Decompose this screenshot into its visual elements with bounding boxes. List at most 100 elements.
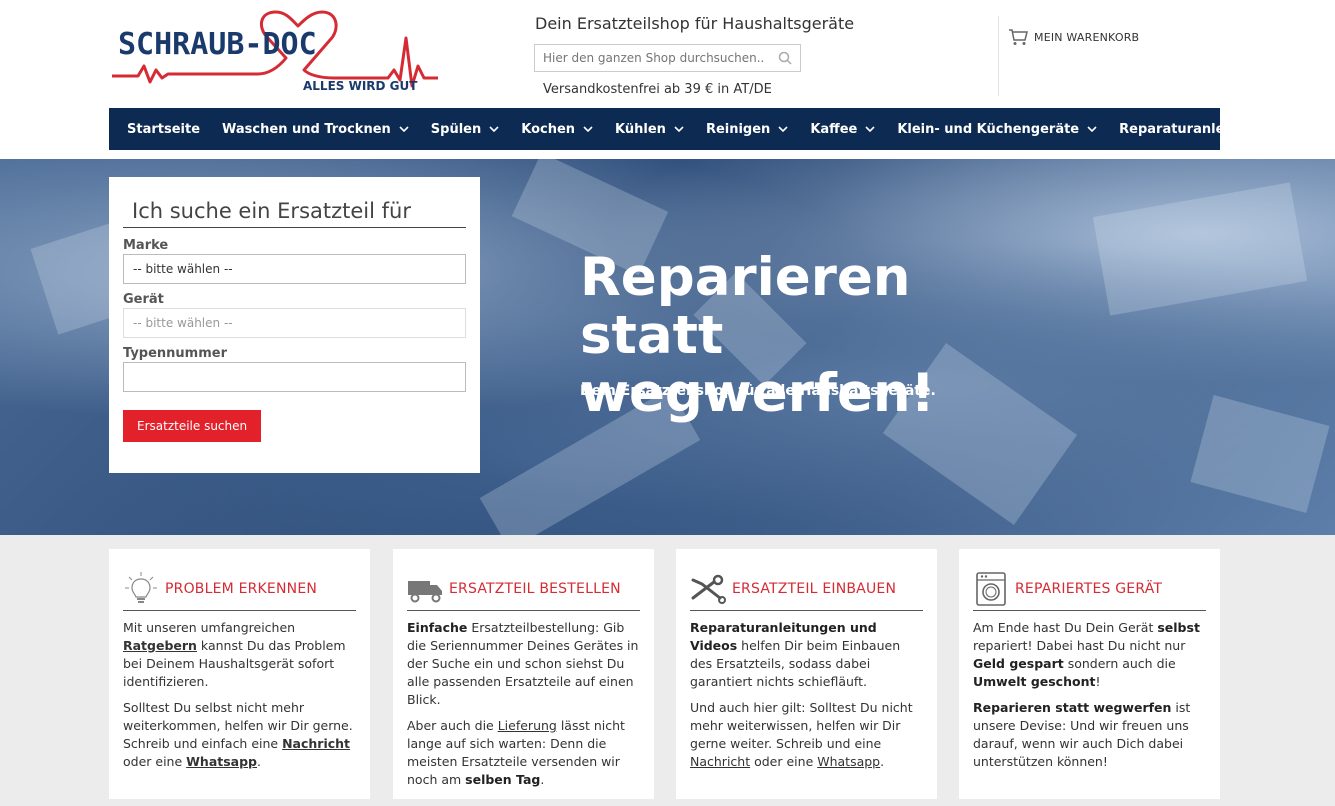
hero-background-shard (1092, 182, 1308, 316)
chevron-down-icon (583, 126, 593, 133)
nav-item-label: Startseite (127, 121, 201, 137)
device-select[interactable]: -- bitte wählen -- (123, 308, 466, 338)
card-header: ERSATZTEIL BESTELLEN (407, 571, 640, 611)
nav-item-waschen-und-trocknen[interactable]: Waschen und Trocknen (222, 122, 409, 137)
header-tagline: Dein Ersatzteilshop für Haushaltsgeräte (535, 14, 855, 33)
shopping-cart-icon (1009, 29, 1028, 45)
nav-item-klein-und-kuechengeraete[interactable]: Klein- und Küchengeräte (897, 122, 1097, 137)
main-navigation: Startseite Waschen und Trocknen Spülen K… (109, 108, 1281, 150)
card-text: oder eine (750, 754, 818, 769)
card-text-bold: Umwelt geschont (973, 674, 1096, 689)
card-title: PROBLEM ERKENNEN (165, 580, 318, 597)
nav-item-label: Spülen (430, 121, 482, 137)
card-title: ERSATZTEIL BESTELLEN (449, 580, 621, 597)
chevron-down-icon (674, 126, 684, 133)
nav-item-label: Reinigen (705, 121, 771, 137)
chevron-down-icon (865, 126, 875, 133)
type-number-label: Typennummer (123, 346, 228, 361)
card-text-bold: Geld gespart (973, 656, 1064, 671)
card-paragraph: Solltest Du selbst nicht mehr weiterkomm… (123, 699, 356, 771)
card-text: . (880, 754, 885, 769)
features-section: PROBLEM ERKENNEN Mit unseren umfangreich… (0, 535, 1335, 806)
nav-item-label: Kühlen (615, 121, 666, 137)
finder-title: Ich suche ein Ersatzteil für (123, 199, 466, 228)
feature-card-order: ERSATZTEIL BESTELLEN Einfache Ersatzteil… (393, 549, 654, 799)
card-header: ERSATZTEIL EINBAUEN (690, 571, 923, 611)
logo-slogan-text: ALLES WIRD GUT (303, 79, 418, 93)
nav-item-label: Waschen und Trocknen (222, 121, 391, 137)
nav-item-label: Reparaturanleitungen (1119, 121, 1281, 137)
card-title: ERSATZTEIL EINBAUEN (732, 580, 897, 597)
tools-icon (691, 574, 726, 604)
card-text: oder eine (123, 754, 187, 769)
feature-card-problem: PROBLEM ERKENNEN Mit unseren umfangreich… (109, 549, 370, 799)
feature-card-install: ERSATZTEIL EINBAUEN Reparaturanleitungen… (676, 549, 937, 799)
schraub-doc-logo[interactable]: SCHRAUB-DOC ALLES WIRD GUT (108, 8, 444, 100)
hero-background-shard (1190, 395, 1330, 513)
brand-select[interactable]: -- bitte wählen -- (123, 254, 466, 284)
device-label: Gerät (123, 292, 164, 307)
nav-item-kuehlen[interactable]: Kühlen (615, 122, 684, 137)
card-paragraph: Einfache Ersatzteilbestellung: Gib die S… (407, 619, 640, 709)
search-input[interactable] (535, 45, 765, 71)
hero-subtitle: Dein Ersatzteilshop für alle Haushaltsge… (580, 383, 936, 399)
card-text: Mit unseren umfangreichen (123, 620, 296, 635)
card-paragraph: Reparieren statt wegwerfen ist unsere De… (973, 699, 1206, 771)
site-header: SCHRAUB-DOC ALLES WIRD GUT Dein Ersatzte… (0, 0, 1335, 108)
header-divider (998, 16, 999, 96)
search-parts-button[interactable]: Ersatzteile suchen (123, 410, 262, 442)
card-text: ! (1095, 674, 1101, 689)
card-text-bold: selben Tag (465, 772, 541, 787)
card-title: REPARIERTES GERÄT (1015, 580, 1163, 597)
card-text: . (257, 754, 261, 769)
truck-icon (408, 580, 442, 602)
delivery-link[interactable]: Lieferung (498, 718, 557, 733)
nav-item-label: Klein- und Küchengeräte (897, 121, 1080, 137)
chevron-down-icon (778, 126, 788, 133)
lightbulb-icon (125, 571, 157, 603)
message-link[interactable]: Nachricht (690, 754, 750, 769)
card-paragraph: Am Ende hast Du Dein Gerät selbst repari… (973, 619, 1206, 691)
whatsapp-link[interactable]: Whatsapp (817, 754, 880, 769)
card-paragraph: Aber auch die Lieferung lässt nicht lang… (407, 717, 640, 789)
washing-machine-icon (976, 571, 1006, 606)
card-paragraph: Und auch hier gilt: Solltest Du nicht me… (690, 699, 923, 771)
card-text: Am Ende hast Du Dein Gerät (973, 620, 1158, 635)
card-text: Und auch hier gilt: Solltest Du nicht me… (690, 700, 913, 751)
nav-item-reparaturanleitungen[interactable]: Reparaturanleitungen (1119, 122, 1281, 137)
card-text-bold: Reparieren statt wegwerfen (973, 700, 1172, 715)
nav-item-label: Kochen (521, 121, 576, 137)
chevron-down-icon (489, 126, 499, 133)
logo-brand-text: SCHRAUB-DOC (118, 27, 317, 62)
type-number-input[interactable] (123, 362, 466, 392)
chevron-down-icon (399, 126, 409, 133)
card-text: repariert! Dabei hast Du nicht nur (973, 638, 1186, 653)
part-finder-panel: Ich suche ein Ersatzteil für Marke -- bi… (109, 177, 480, 473)
message-link[interactable]: Nachricht (282, 736, 350, 751)
chevron-down-icon (1087, 126, 1097, 133)
ratgeber-link[interactable]: Ratgebern (123, 638, 197, 653)
card-text: . (540, 772, 545, 787)
nav-item-label: Kaffee (810, 121, 858, 137)
card-paragraph: Mit unseren umfangreichen Ratgebern kann… (123, 619, 356, 691)
nav-item-kaffee[interactable]: Kaffee (810, 122, 875, 137)
nav-item-startseite[interactable]: Startseite (127, 122, 200, 137)
card-text-bold: Einfache (407, 620, 468, 635)
card-text: sondern auch die (1063, 656, 1176, 671)
nav-item-kochen[interactable]: Kochen (521, 122, 593, 137)
brand-label: Marke (123, 238, 169, 253)
cart-label: MEIN WARENKORB (1034, 30, 1140, 44)
card-paragraph: Reparaturanleitungen und Videos helfen D… (690, 619, 923, 691)
cart-link[interactable]: MEIN WARENKORB (1008, 28, 1139, 46)
card-header: PROBLEM ERKENNEN (123, 571, 356, 611)
feature-card-repaired: REPARIERTES GERÄT Am Ende hast Du Dein G… (959, 549, 1220, 799)
whatsapp-link[interactable]: Whatsapp (186, 754, 257, 769)
shipping-note: Versandkostenfrei ab 39 € in AT/DE (543, 82, 772, 97)
nav-item-reinigen[interactable]: Reinigen (706, 122, 788, 137)
card-text-bold: selbst (1157, 620, 1200, 635)
search-icon[interactable] (778, 51, 792, 65)
nav-item-spuelen[interactable]: Spülen (431, 122, 499, 137)
shop-search[interactable] (534, 44, 801, 72)
card-header: REPARIERTES GERÄT (973, 571, 1206, 611)
card-text: Aber auch die (407, 718, 498, 733)
